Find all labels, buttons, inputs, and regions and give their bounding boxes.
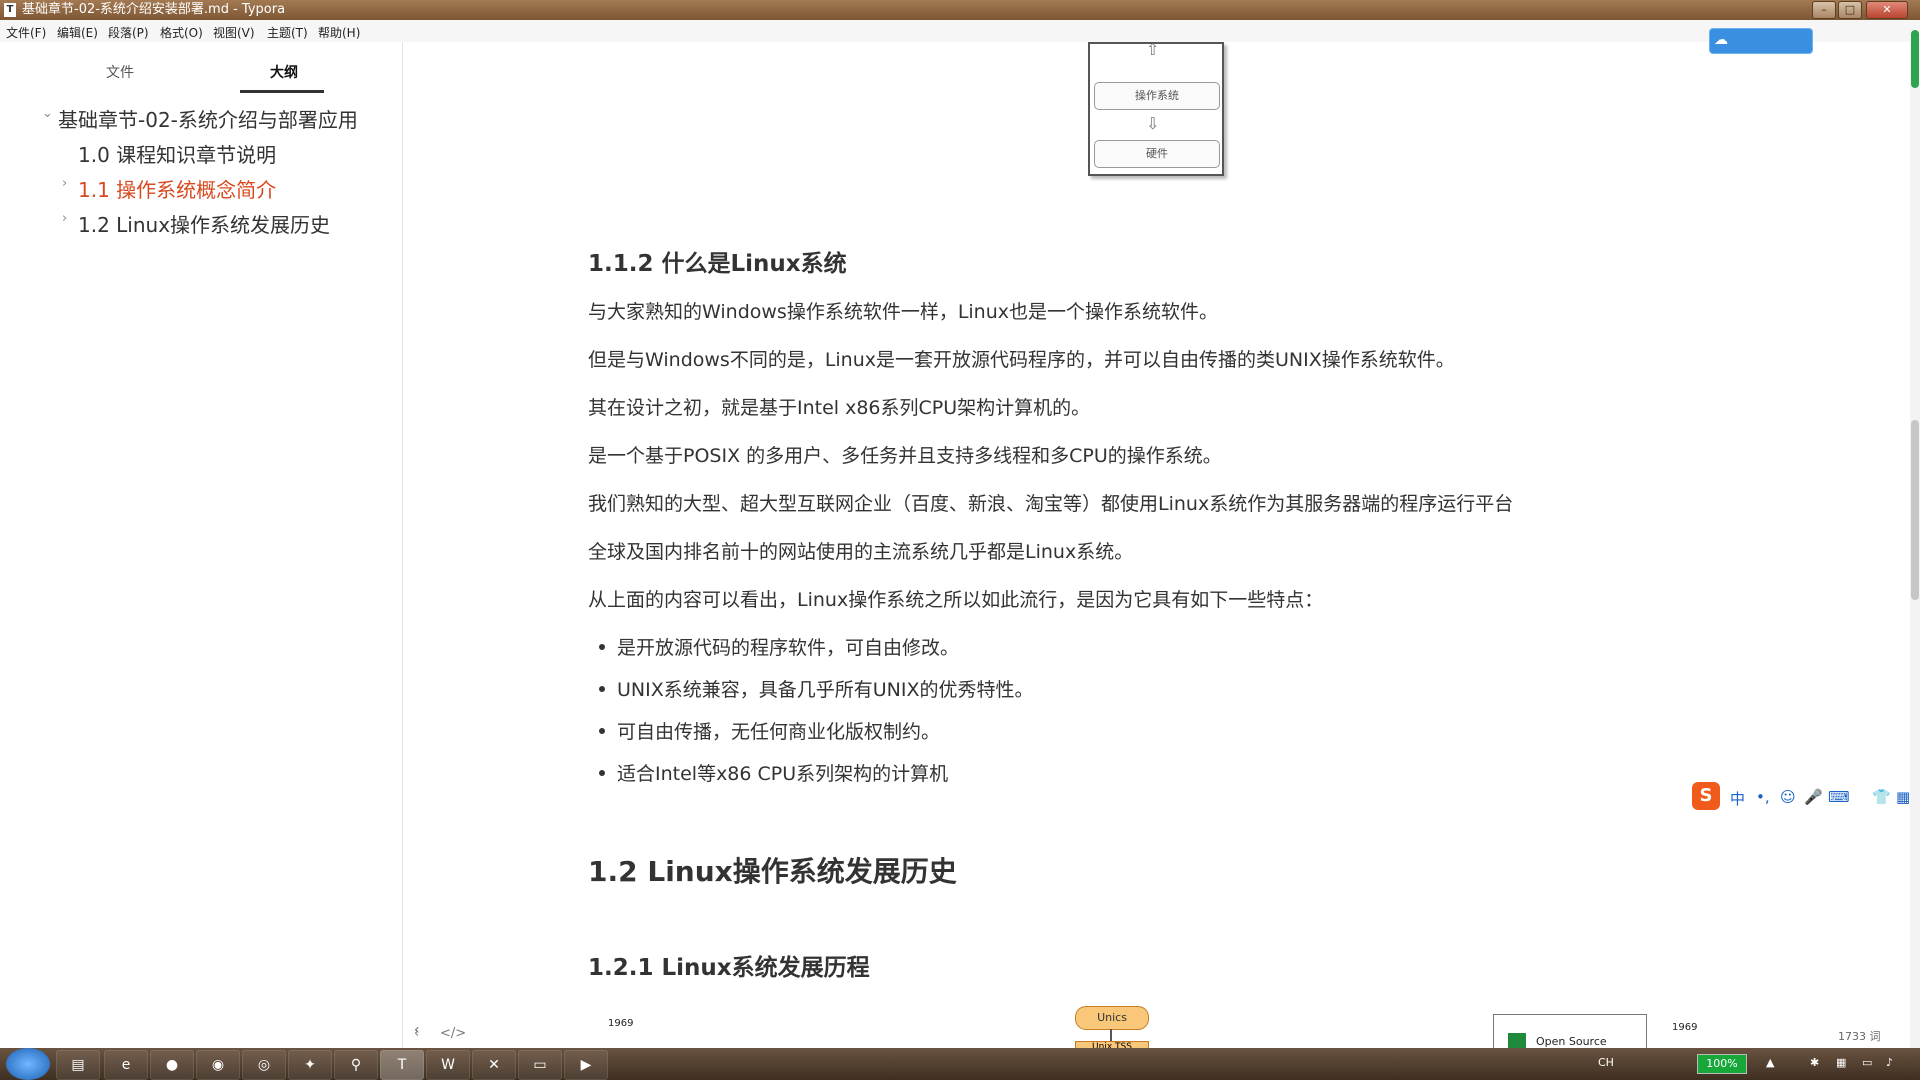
tab-files[interactable]: 文件 xyxy=(106,62,134,82)
list-item: 适合Intel等x86 CPU系列架构的计算机 xyxy=(598,759,948,786)
diagram-node-unics: Unics xyxy=(1075,1006,1149,1030)
ime-keyboard-icon[interactable]: ⌨ xyxy=(1828,788,1850,806)
paragraph: 全球及国内排名前十的网站使用的主流系统几乎都是Linux系统。 xyxy=(588,541,1134,563)
search-app-icon[interactable]: ⚲ xyxy=(334,1050,378,1080)
menu-bar: 文件(F) 编辑(E) 段落(P) 格式(O) 视图(V) 主题(T) 帮助(H… xyxy=(0,20,1920,42)
volume-icon[interactable]: ♪ xyxy=(1886,1056,1893,1069)
typora-app-icon: T xyxy=(4,3,16,17)
menu-paragraph[interactable]: 段落(P) xyxy=(108,24,149,41)
diagram-node-hardware: 硬件 xyxy=(1094,140,1220,168)
scrollbar-top-marker xyxy=(1911,30,1919,88)
paragraph: 与大家熟知的Windows操作系统软件一样，Linux也是一个操作系统软件。 xyxy=(588,301,1219,323)
menu-theme[interactable]: 主题(T) xyxy=(267,24,308,41)
ime-toolbar: S 中 •, ☺ 🎤 ⌨ 👕 ▦ xyxy=(1692,782,1918,812)
arrow-down-icon: ⇩ xyxy=(1146,114,1160,133)
sidebar: 文件 大纲 ⌄ 基础章节-02-系统介绍与部署应用 1.0 课程知识章节说明 ›… xyxy=(0,42,420,1048)
display-icon[interactable]: ▭ xyxy=(1862,1056,1872,1069)
arrow-up-icon: ⇧ xyxy=(1146,40,1160,59)
os-layer-diagram: ⇧ 操作系统 ⇩ 硬件 xyxy=(1088,40,1224,176)
diagram-connector xyxy=(1110,1029,1112,1041)
outline-item-label: 基础章节-02-系统介绍与部署应用 xyxy=(58,108,358,132)
outline-item-1-1[interactable]: › 1.1 操作系统概念简介 xyxy=(62,174,277,203)
paragraph: 其在设计之初，就是基于Intel x86系列CPU架构计算机的。 xyxy=(588,397,1091,419)
firefox-icon[interactable]: ◉ xyxy=(196,1050,240,1080)
start-button[interactable] xyxy=(6,1048,50,1080)
timeline-year-left: 1969 xyxy=(608,1018,634,1029)
chevron-right-icon[interactable]: › xyxy=(62,176,67,191)
paragraph: 但是与Windows不同的是，Linux是一套开放源代码程序的，并可以自由传播的… xyxy=(588,349,1455,371)
outline-item-label: 1.2 Linux操作系统发展历史 xyxy=(78,213,331,237)
ime-toolbox-icon[interactable]: ▦ xyxy=(1896,788,1910,806)
paragraph: 我们熟知的大型、超大型互联网企业（百度、新浪、淘宝等）都使用Linux系统作为其… xyxy=(588,493,1514,515)
menu-view[interactable]: 视图(V) xyxy=(213,24,255,41)
word-icon[interactable]: W xyxy=(426,1050,470,1080)
bluetooth-icon[interactable]: ✱ xyxy=(1810,1056,1819,1069)
timeline-year-right: 1969 xyxy=(1672,1022,1698,1033)
outline-item-1-2[interactable]: › 1.2 Linux操作系统发展历史 xyxy=(62,209,331,238)
ie-browser-icon[interactable]: e xyxy=(104,1050,148,1080)
ime-punctuation-icon[interactable]: •, xyxy=(1756,788,1770,806)
list-item: 可自由传播，无任何商业化版权制约。 xyxy=(598,717,940,744)
wechat-icon[interactable]: ● xyxy=(150,1050,194,1080)
list-item: 是开放源代码的程序软件，可自由修改。 xyxy=(598,633,959,660)
window-app-icon[interactable]: ▭ xyxy=(518,1050,562,1080)
ime-voice-icon[interactable]: 🎤 xyxy=(1804,788,1823,806)
app-icon-red[interactable]: ✦ xyxy=(288,1050,332,1080)
outline-item-1-0[interactable]: 1.0 课程知识章节说明 xyxy=(78,139,276,168)
language-indicator[interactable]: CH xyxy=(1598,1056,1614,1069)
ime-chinese-mode[interactable]: 中 xyxy=(1730,788,1745,809)
list-item: UNIX系统兼容，具备几乎所有UNIX的优秀特性。 xyxy=(598,675,1033,702)
heading-1-1-2: 1.1.2 什么是Linux系统 xyxy=(588,251,847,277)
menu-help[interactable]: 帮助(H) xyxy=(318,24,360,41)
cloud-icon: ☁ xyxy=(1714,32,1728,48)
scrollbar-thumb[interactable] xyxy=(1911,420,1919,600)
xmind-icon[interactable]: ✕ xyxy=(472,1050,516,1080)
menu-edit[interactable]: 编辑(E) xyxy=(57,24,98,41)
typora-window: T 基础章节-02-系统介绍安装部署.md - Typora – □ ✕ 文件(… xyxy=(0,0,1920,1080)
tray-expand-icon[interactable]: ▲ xyxy=(1766,1056,1774,1069)
ime-emoji-icon[interactable]: ☺ xyxy=(1780,788,1796,806)
chevron-down-icon[interactable]: ⌄ xyxy=(42,106,53,121)
minimize-button[interactable]: – xyxy=(1812,1,1836,19)
outline-item-label: 1.1 操作系统概念简介 xyxy=(78,178,277,202)
menu-format[interactable]: 格式(O) xyxy=(160,24,203,41)
outline-item-root[interactable]: ⌄ 基础章节-02-系统介绍与部署应用 xyxy=(42,104,358,133)
paragraph: 是一个基于POSIX 的多用户、多任务并且支持多线程和多CPU的操作系统。 xyxy=(588,445,1222,467)
heading-1-2: 1.2 Linux操作系统发展历史 xyxy=(588,855,957,888)
legend-label: Open Source xyxy=(1536,1035,1607,1048)
ime-skin-icon[interactable]: 👕 xyxy=(1872,788,1891,806)
file-explorer-icon[interactable]: ▤ xyxy=(56,1050,100,1080)
source-code-mode-icon[interactable]: </> xyxy=(440,1026,466,1041)
close-button[interactable]: ✕ xyxy=(1866,1,1908,19)
diagram-node-os: 操作系统 xyxy=(1094,82,1220,110)
heading-1-2-1: 1.2.1 Linux系统发展历程 xyxy=(588,955,870,981)
sogou-ime-icon[interactable]: S xyxy=(1692,782,1720,810)
cloud-sync-button[interactable]: ☁ xyxy=(1709,28,1813,54)
active-tab-indicator xyxy=(240,90,324,93)
outline-item-label: 1.0 课程知识章节说明 xyxy=(78,143,277,167)
recorder-app-icon[interactable]: ▶ xyxy=(564,1050,608,1080)
battery-indicator[interactable]: 100% xyxy=(1697,1054,1747,1074)
chrome-icon[interactable]: ◎ xyxy=(242,1050,286,1080)
network-icon[interactable]: ▦ xyxy=(1836,1056,1846,1069)
window-title: 基础章节-02-系统介绍安装部署.md - Typora xyxy=(22,2,286,17)
tab-outline[interactable]: 大纲 xyxy=(270,62,298,82)
paragraph: 从上面的内容可以看出，Linux操作系统之所以如此流行，是因为它具有如下一些特点… xyxy=(588,589,1324,611)
sidebar-toggle-icon[interactable]: ‹ xyxy=(414,1026,419,1041)
menu-file[interactable]: 文件(F) xyxy=(6,24,46,41)
taskbar: ▤ e ● ◉ ◎ ✦ ⚲ T W ✕ ▭ ▶ CH 100% ▲ ✱ ▦ ▭ … xyxy=(0,1048,1920,1080)
typora-taskbar-icon[interactable]: T xyxy=(380,1050,424,1080)
chevron-right-icon[interactable]: › xyxy=(62,211,67,226)
maximize-button[interactable]: □ xyxy=(1838,1,1862,19)
title-bar: T 基础章节-02-系统介绍安装部署.md - Typora – □ ✕ xyxy=(0,0,1920,20)
legend-swatch-open-source xyxy=(1508,1033,1526,1049)
word-count[interactable]: 1733 词 xyxy=(1838,1028,1881,1044)
